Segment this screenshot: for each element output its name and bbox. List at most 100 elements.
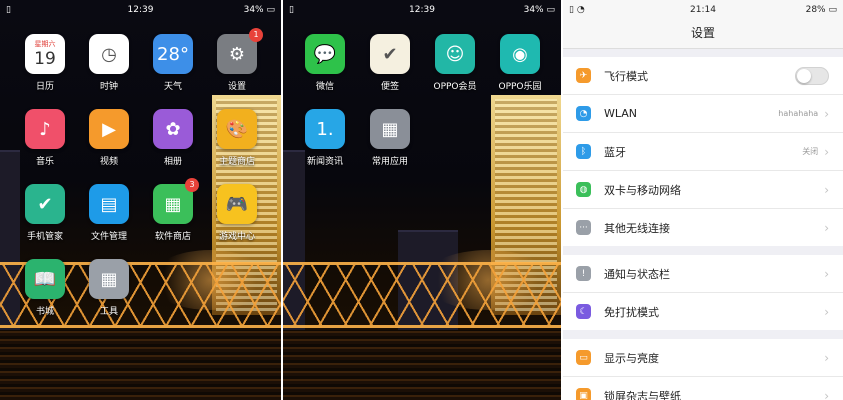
- app-label: 新闻资讯: [306, 157, 343, 167]
- app-icon-tile: ◷: [89, 34, 129, 74]
- app-icon-tile: ▦: [370, 109, 410, 149]
- settings-row[interactable]: ◍ 双卡与移动网络 ›: [563, 171, 843, 209]
- chevron-right-icon: ›: [824, 266, 829, 281]
- app-icon[interactable]: 🎨 主题商店: [205, 109, 269, 167]
- settings-row-label: 其他无线连接: [604, 221, 670, 235]
- app-icon[interactable]: 1. 新闻资讯: [293, 109, 357, 167]
- settings-group: ! 通知与状态栏 › ☾ 免打扰模式 ›: [563, 255, 843, 330]
- settings-row[interactable]: ✈ 飞行模式: [563, 57, 843, 95]
- app-icon-tile: ✿: [153, 109, 193, 149]
- settings-row[interactable]: ☾ 免打扰模式 ›: [563, 293, 843, 330]
- app-icon[interactable]: ✔ 手机管家: [13, 184, 77, 242]
- app-icon[interactable]: ◉ OPPO乐园: [488, 34, 552, 92]
- app-glyph-icon: ✔: [37, 193, 53, 215]
- app-icon[interactable]: ▶ 视频: [77, 109, 141, 167]
- app-icon-tile: ✔: [370, 34, 410, 74]
- settings-row[interactable]: ◔ WLAN hahahaha ›: [563, 95, 843, 133]
- settings-row-label: 显示与亮度: [604, 351, 659, 365]
- app-icon-tile: ▶: [89, 109, 129, 149]
- app-label: OPPO乐园: [498, 82, 542, 92]
- app-icon[interactable]: ▦ 3 软件商店: [141, 178, 205, 242]
- app-label: 微信: [315, 82, 334, 92]
- airplane-icon: ✈: [576, 68, 591, 83]
- app-label: 软件商店: [154, 232, 191, 242]
- settings-row[interactable]: ▭ 显示与亮度 ›: [563, 339, 843, 377]
- chevron-right-icon: ›: [824, 350, 829, 365]
- notification-badge: 1: [249, 28, 263, 42]
- app-icon[interactable]: 📖 书城: [13, 259, 77, 317]
- app-label: 手机管家: [26, 232, 63, 242]
- app-icon[interactable]: ✿ 相册: [141, 109, 205, 167]
- status-bar: ▯ ◔ 21:14 28% ▭: [563, 0, 843, 22]
- app-icon[interactable]: ♪ 音乐: [13, 109, 77, 167]
- app-icon-tile: ⚙ 1: [217, 28, 263, 74]
- app-icon[interactable]: 🎮 游戏中心: [205, 184, 269, 242]
- status-bar: ▯ 12:39 34% ▭: [0, 0, 281, 22]
- app-icon-tile: ▦: [89, 259, 129, 299]
- chevron-right-icon: ›: [824, 388, 829, 400]
- app-glyph-icon: 📖: [33, 268, 57, 290]
- app-glyph-icon: ☺: [445, 43, 465, 65]
- app-glyph-icon: ▦: [381, 118, 399, 140]
- settings-row-label: 双卡与移动网络: [604, 183, 681, 197]
- app-label: 游戏中心: [218, 232, 255, 242]
- app-label: 时钟: [99, 82, 118, 92]
- app-label: 常用应用: [371, 157, 408, 167]
- app-icon[interactable]: ✔ 便签: [358, 34, 422, 92]
- app-icon[interactable]: 28° 天气: [141, 34, 205, 92]
- app-label: 日历: [35, 82, 54, 92]
- notification-icon: !: [576, 266, 591, 281]
- app-label: 音乐: [35, 157, 54, 167]
- app-glyph-icon: ▶: [102, 118, 116, 140]
- settings-row-label: 蓝牙: [604, 145, 626, 159]
- app-glyph-icon: 28°: [157, 43, 189, 65]
- app-icon-tile: 28°: [153, 34, 193, 74]
- app-label: 文件管理: [90, 232, 127, 242]
- settings-row[interactable]: ▣ 锁屏杂志与壁纸 ›: [563, 377, 843, 400]
- page-title: 设置: [563, 22, 843, 49]
- calendar-day: 19: [34, 49, 56, 69]
- app-icon-tile: 星期六 19: [25, 34, 65, 74]
- wallpaper-bridge: [283, 262, 561, 328]
- app-label: 便签: [380, 82, 399, 92]
- battery-level: 34% ▭: [243, 5, 275, 15]
- wallpaper-water: [0, 330, 281, 400]
- app-icon[interactable]: ▦ 常用应用: [358, 109, 422, 167]
- app-icon[interactable]: ◷ 时钟: [77, 34, 141, 92]
- app-icon[interactable]: 💬 微信: [293, 34, 357, 92]
- app-icon-tile: ▦ 3: [153, 178, 199, 224]
- home-screen-2: ▯ 12:39 34% ▭ 💬 微信 ✔ 便签 ☺ OPPO会员 ◉ OPPO乐园 1. 新闻资讯…: [283, 0, 561, 400]
- notification-badge: 3: [185, 178, 199, 192]
- app-icon[interactable]: ☺ OPPO会员: [423, 34, 487, 92]
- calendar-weekday: 星期六: [34, 40, 56, 48]
- app-icon[interactable]: 星期六 19 日历: [13, 34, 77, 92]
- app-icon-tile: 🎮: [217, 184, 257, 224]
- chevron-right-icon: ›: [824, 144, 829, 159]
- app-label: 主题商店: [218, 157, 255, 167]
- settings-row[interactable]: ᛒ 蓝牙 关闭 ›: [563, 133, 843, 171]
- settings-row-value: 关闭: [802, 147, 819, 156]
- airplane-mode-toggle[interactable]: [795, 66, 829, 85]
- status-time: 12:39: [127, 5, 154, 15]
- app-icon-tile: 🎨: [217, 109, 257, 149]
- settings-row-label: 锁屏杂志与壁纸: [604, 389, 681, 400]
- app-icon[interactable]: ▤ 文件管理: [77, 184, 141, 242]
- app-icon[interactable]: ▦ 工具: [77, 259, 141, 317]
- more-icon: ···: [576, 220, 591, 235]
- app-icon[interactable]: ⚙ 1 设置: [205, 28, 269, 92]
- settings-group: ✈ 飞行模式 ◔ WLAN hahahaha › ᛒ 蓝牙 关闭 › ◍ 双卡与移动网络 › ··· 其他无…: [563, 57, 843, 246]
- settings-row[interactable]: ··· 其他无线连接 ›: [563, 209, 843, 246]
- app-glyph-icon: ◷: [101, 43, 117, 65]
- settings-row-label: 通知与状态栏: [604, 267, 670, 281]
- settings-group: ▭ 显示与亮度 › ▣ 锁屏杂志与壁纸 ›: [563, 339, 843, 400]
- app-glyph-icon: 🎨: [225, 118, 249, 140]
- app-glyph-icon: ⚙: [228, 43, 246, 65]
- app-glyph-icon: 1.: [316, 118, 334, 140]
- settings-row[interactable]: ! 通知与状态栏 ›: [563, 255, 843, 293]
- app-icon-tile: ▤: [89, 184, 129, 224]
- toggle-knob: [797, 68, 811, 83]
- app-icon-tile: ♪: [25, 109, 65, 149]
- app-label: 工具: [99, 307, 118, 317]
- app-label: 视频: [99, 157, 118, 167]
- moon-icon: ☾: [576, 304, 591, 319]
